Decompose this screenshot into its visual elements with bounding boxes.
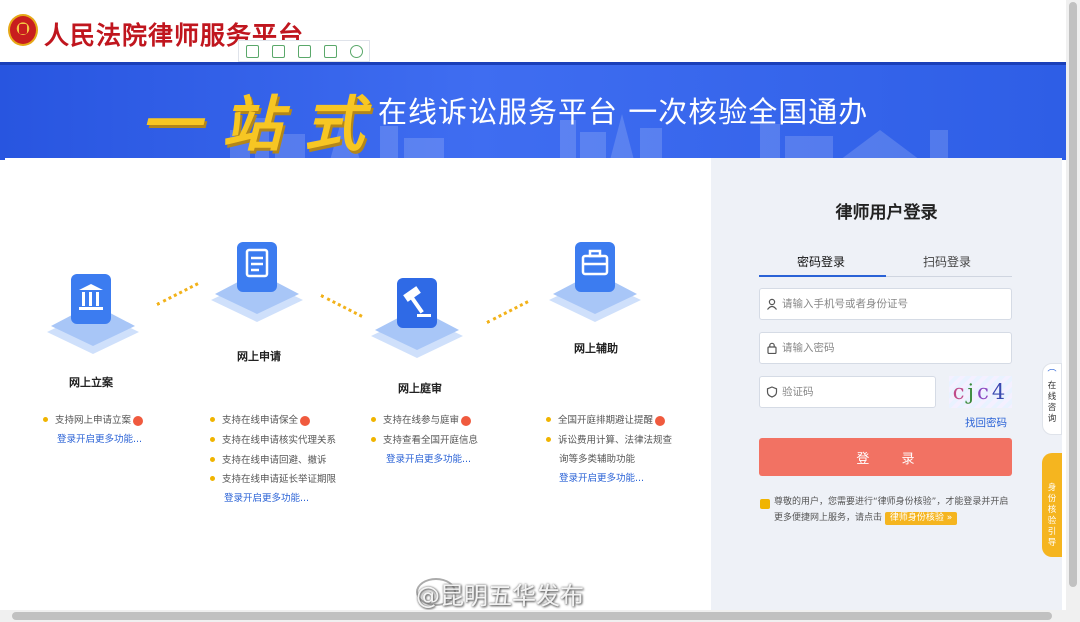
more-features-link[interactable]: 登录开启更多功能... xyxy=(224,490,309,504)
captcha-input[interactable] xyxy=(782,377,932,407)
slogan-big: 一站式 xyxy=(140,90,386,160)
step-label: 网上辅助 xyxy=(574,342,618,355)
service-overview: 网上立案 网上申请 网上庭审 网上辅助 支持网上申请立案 登录开启更多功能...… xyxy=(5,158,711,610)
login-tabs: 密码登录 扫码登录 xyxy=(759,251,1012,277)
feature-item: 支持在线参与庭审 xyxy=(371,412,472,426)
verify-notice: 尊敬的用户，您需要进行“律师身份核验”，才能登录并开启更多便捷网上服务，请点击 … xyxy=(774,497,1009,525)
lock-icon xyxy=(766,342,778,355)
feature-item: 全国开庭排期避让提醒 xyxy=(546,412,666,426)
phone-icon[interactable] xyxy=(245,44,259,58)
feature-item: 诉讼费用计算、法律法规查 xyxy=(546,432,672,446)
login-title: 律师用户登录 xyxy=(835,203,938,223)
feature-item: 支持在线申请回避、撤诉 xyxy=(210,452,327,466)
banner: 一站式 在线诉讼服务平台 一次核验全国通办 xyxy=(0,62,1066,160)
hot-icon xyxy=(655,415,666,426)
forgot-password-link[interactable]: 找回密码 xyxy=(965,415,1007,430)
more-features-link[interactable]: 登录开启更多功能... xyxy=(57,431,142,445)
feature-item: 询等多类辅助功能 xyxy=(559,454,636,465)
more-features-link[interactable]: 登录开启更多功能... xyxy=(386,451,471,465)
watermark: @昆明五华发布 xyxy=(416,582,584,610)
vertical-scrollbar[interactable] xyxy=(1066,0,1080,622)
horizontal-scrollbar[interactable] xyxy=(0,610,1066,622)
horizontal-scroll-thumb[interactable] xyxy=(12,612,1052,620)
headset-icon: ⌒ xyxy=(1047,370,1057,380)
identity-guide-button[interactable]: 身份核验引导 xyxy=(1042,453,1062,557)
online-consult-button[interactable]: ⌒ 在线咨询 xyxy=(1042,363,1062,435)
connector xyxy=(320,294,363,318)
step-label: 网上申请 xyxy=(237,350,281,363)
mini-toolbar xyxy=(238,40,370,62)
user-icon xyxy=(766,298,778,310)
notice-icon xyxy=(760,499,770,509)
connector xyxy=(156,282,199,306)
login-panel: 律师用户登录 密码登录 扫码登录 cjc4 cjc4 找回密码 登 录 尊敬的用… xyxy=(711,158,1062,610)
feature-item: 支持在线申请核实代理关系 xyxy=(210,432,336,446)
tab-qrcode-login[interactable]: 扫码登录 xyxy=(923,253,971,270)
top-header: 人民法院律师服务平台 xyxy=(0,0,1066,62)
courthouse-icon xyxy=(47,274,139,354)
document-icon xyxy=(211,242,303,322)
step-label: 网上庭审 xyxy=(398,382,442,395)
tab-password-login[interactable]: 密码登录 xyxy=(797,253,845,270)
connector xyxy=(486,300,529,324)
phone-input[interactable] xyxy=(782,289,1007,319)
feature-item: 支持查看全国开庭信息 xyxy=(371,432,478,446)
login-button[interactable]: 登 录 xyxy=(759,438,1012,476)
save-icon[interactable] xyxy=(297,44,311,58)
slogan-small: 在线诉讼服务平台 一次核验全国通办 xyxy=(378,95,869,129)
password-field xyxy=(759,332,1012,364)
share-icon[interactable] xyxy=(323,44,337,58)
tab-underline xyxy=(759,275,886,277)
shield-icon xyxy=(766,386,778,398)
hot-icon xyxy=(133,415,144,426)
feature-item: 支持网上申请立案 xyxy=(43,412,144,426)
feature-item: 支持在线申请保全 xyxy=(210,412,311,426)
briefcase-icon xyxy=(549,242,641,322)
lawyer-verify-button[interactable]: 律师身份核验 » xyxy=(884,512,958,525)
gear-icon[interactable] xyxy=(349,44,363,58)
phone-field xyxy=(759,288,1012,320)
court-emblem-icon xyxy=(8,14,38,46)
more-features-link[interactable]: 登录开启更多功能... xyxy=(559,470,644,484)
hot-icon xyxy=(300,415,311,426)
vertical-scroll-thumb[interactable] xyxy=(1069,2,1077,587)
captcha-field xyxy=(759,376,936,408)
password-input[interactable] xyxy=(782,333,1007,363)
feature-item: 支持在线申请延长举证期限 xyxy=(210,471,336,485)
hot-icon xyxy=(461,415,472,426)
captcha-image[interactable]: cjc4 cjc4 xyxy=(949,376,1012,408)
step-label: 网上立案 xyxy=(69,376,113,389)
gavel-icon xyxy=(371,278,463,358)
expand-icon[interactable] xyxy=(271,44,285,58)
